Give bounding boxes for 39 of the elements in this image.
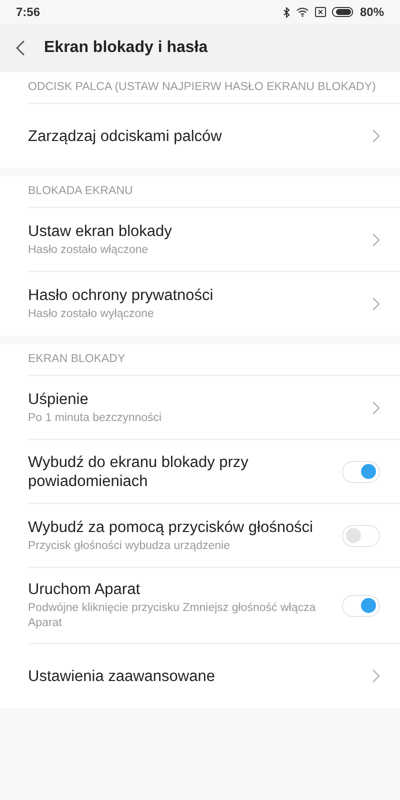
toggle-switch[interactable] bbox=[342, 460, 380, 482]
settings-row[interactable]: Hasło ochrony prywatności Hasło zostało wyłączone bbox=[28, 272, 400, 336]
back-icon bbox=[16, 40, 25, 56]
chevron-right-icon bbox=[372, 232, 380, 246]
toggle-switch[interactable] bbox=[342, 524, 380, 546]
settings-row[interactable]: Wybudź za pomocą przycisków głośności Przycisk głośności wybudza urządzenie bbox=[28, 504, 400, 568]
settings-row[interactable]: Ustaw ekran blokady Hasło zostało włączone bbox=[28, 208, 400, 272]
setting-label: Ustaw ekran blokady bbox=[28, 222, 173, 240]
setting-label: Ustawienia zaawansowane bbox=[28, 666, 216, 686]
toggle-switch[interactable] bbox=[342, 594, 380, 616]
chevron-right-icon bbox=[372, 297, 380, 311]
settings-row[interactable]: Uśpienie Po 1 minuta bezczynności bbox=[28, 376, 400, 440]
setting-description: Przycisk głośności wybudza urządzenie bbox=[28, 538, 231, 554]
setting-label: Wybudź za pomocą przycisków głośności bbox=[28, 518, 314, 536]
setting-label: Zarządzaj odciskami palców bbox=[28, 126, 223, 146]
setting-description: Hasło zostało wyłączone bbox=[28, 307, 155, 322]
screen-title: Ekran blokady i hasła bbox=[44, 38, 208, 58]
setting-label: Uśpienie bbox=[28, 390, 90, 408]
chevron-right-icon bbox=[372, 400, 380, 414]
setting-description: Po 1 minuta bezczynności bbox=[28, 410, 163, 426]
chevron-right-icon bbox=[372, 669, 380, 683]
settings-row[interactable]: Wybudź do ekranu blokady przy powiadomieniach bbox=[28, 440, 400, 504]
section-header: EKRAN BLOKADY bbox=[28, 352, 126, 367]
settings-row[interactable]: Uruchom Aparat Podwójne kliknięcie przycisku Zmniejsz głośność włącza Aparat bbox=[28, 568, 400, 644]
setting-description: Podwójne kliknięcie przycisku Zmniejsz głośność włącza Aparat bbox=[28, 601, 317, 631]
setting-description: Hasło zostało włączone bbox=[28, 242, 150, 258]
section-header: BLOKADA EKRANU bbox=[28, 184, 133, 199]
battery-percentage: 80% bbox=[360, 4, 384, 21]
settings-row[interactable]: Zarządzaj odciskami palców bbox=[28, 104, 400, 168]
settings-row[interactable]: Ustawienia zaawansowane bbox=[28, 644, 400, 708]
chevron-right-icon bbox=[372, 129, 380, 143]
status-time: 7:56 bbox=[16, 4, 40, 21]
bluetooth-icon bbox=[282, 6, 290, 18]
section-header: ODCISK PALCA (USTAW NAJPIERW HASŁO EKRANU BLOKADY) bbox=[28, 80, 376, 95]
setting-label: Hasło ochrony prywatności bbox=[28, 286, 214, 305]
setting-label: Wybudź do ekranu blokady przy powiadomieniach bbox=[28, 452, 250, 490]
wifi-icon bbox=[296, 7, 309, 17]
battery-icon bbox=[332, 7, 354, 17]
setting-label: Uruchom Aparat bbox=[28, 580, 141, 599]
